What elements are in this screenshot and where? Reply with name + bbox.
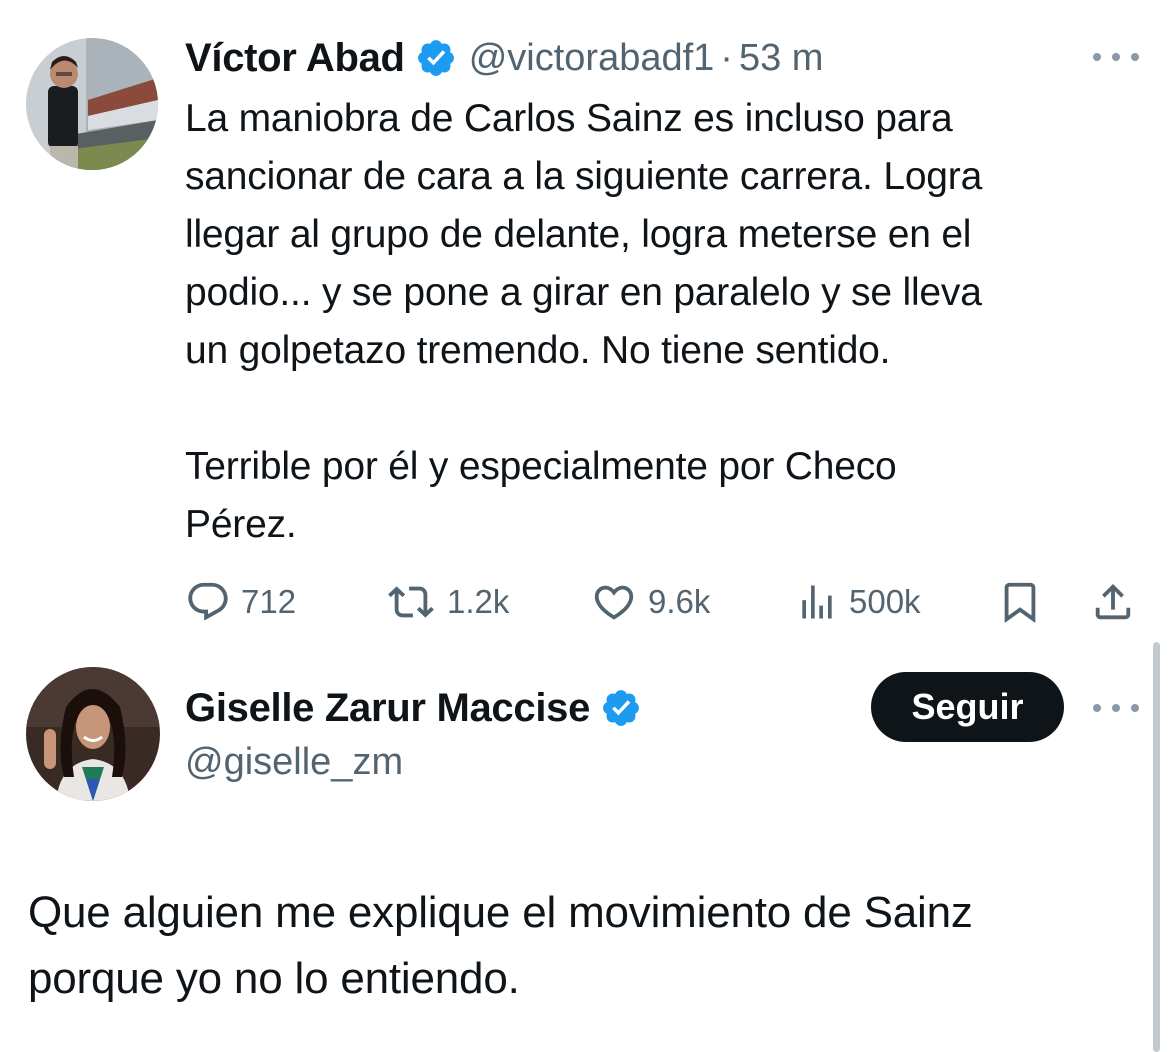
heart-icon [594,585,634,620]
more-dots-icon[interactable] [1093,47,1139,67]
avatar[interactable] [26,667,160,801]
reply-count: 712 [241,583,297,620]
avatar-photo [26,38,158,170]
avatar[interactable] [26,38,158,170]
author-display-name[interactable]: Víctor Abad [185,36,405,81]
repost-button[interactable]: 1.2k [385,574,509,630]
views-count: 500k [849,583,921,620]
tweet-header: Giselle Zarur Maccise [185,680,654,736]
avatar-photo [26,667,160,801]
bookmark-icon [1004,582,1036,623]
bar-chart-icon [802,585,832,619]
meta-separator: · [720,36,733,79]
bookmark-button[interactable] [997,574,1043,630]
follow-button[interactable]: Seguir [871,672,1064,742]
tweet-header: Víctor Abad @victorabadf1 · 53 m [185,30,823,86]
views-button[interactable]: 500k [795,574,921,630]
verified-badge-icon [603,690,639,726]
more-dots-icon[interactable] [1093,698,1139,718]
share-upload-icon [1095,583,1131,620]
scrollbar[interactable] [1153,642,1160,1052]
reply-button[interactable]: 712 [185,574,296,630]
author-handle[interactable]: @giselle_zm [185,736,403,788]
timestamp[interactable]: 53 m [739,37,823,80]
tweet-actions: 712 1.2k 9.6k 500k [185,574,1140,630]
speech-bubble-icon [188,582,228,621]
author-display-name[interactable]: Giselle Zarur Maccise [185,686,590,731]
like-button[interactable]: 9.6k [590,574,710,630]
tweet-text: La maniobra de Carlos Sainz es incluso p… [185,97,983,546]
like-count: 9.6k [648,583,711,620]
repost-arrows-icon [388,586,434,618]
author-handle[interactable]: @victorabadf1 [469,37,715,80]
verified-badge-icon [417,40,454,76]
repost-count: 1.2k [447,583,510,620]
tweet-text: Que alguien me explique el movimiento de… [28,888,973,1003]
share-button[interactable] [1090,574,1136,630]
